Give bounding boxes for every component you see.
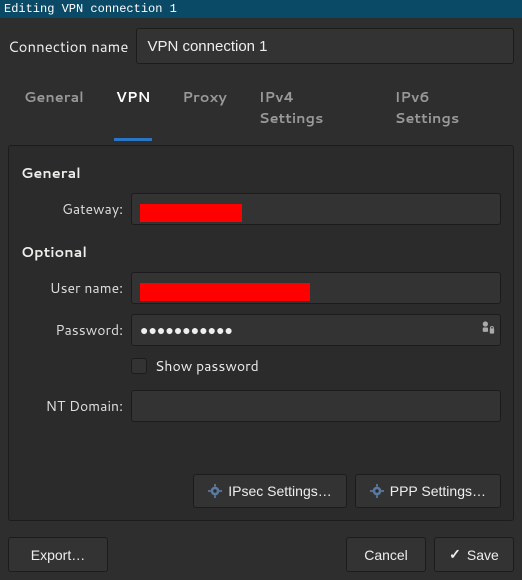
save-button[interactable]: ✓ Save [434, 537, 514, 572]
gateway-input[interactable] [131, 193, 501, 225]
tab-vpn[interactable]: VPN [114, 80, 153, 141]
tab-general[interactable]: General [22, 80, 86, 141]
password-label: Password: [21, 320, 131, 340]
password-store-icon[interactable] [481, 321, 495, 340]
cancel-label: Cancel [364, 547, 408, 563]
redacted-gateway [140, 204, 242, 222]
username-label: User name: [21, 278, 131, 298]
vpn-panel: General Gateway: Optional User name: Pas… [8, 145, 514, 521]
ipsec-settings-label: IPsec Settings… [228, 483, 332, 499]
gear-icon [208, 484, 222, 498]
dialog-footer: Export… Cancel ✓ Save [0, 529, 522, 580]
ppp-settings-label: PPP Settings… [390, 483, 486, 499]
show-password-label: Show password [155, 356, 259, 376]
password-input[interactable] [131, 314, 501, 346]
check-icon: ✓ [449, 546, 461, 563]
username-input[interactable] [131, 272, 501, 304]
section-optional: Optional [21, 241, 501, 262]
window-title: Editing VPN connection 1 [0, 0, 522, 18]
redacted-username [140, 283, 310, 301]
cancel-button[interactable]: Cancel [346, 537, 426, 572]
ppp-settings-button[interactable]: PPP Settings… [355, 474, 501, 508]
export-button[interactable]: Export… [8, 537, 108, 572]
section-general: General [21, 162, 501, 183]
tab-bar: General VPN Proxy IPv4 Settings IPv6 Set… [0, 80, 522, 141]
save-label: Save [467, 547, 499, 563]
gear-icon [370, 484, 384, 498]
tab-ipv6[interactable]: IPv6 Settings [393, 80, 500, 141]
connection-name-input[interactable] [136, 28, 514, 64]
show-password-checkbox[interactable] [131, 358, 147, 374]
gateway-label: Gateway: [21, 199, 131, 219]
tab-proxy[interactable]: Proxy [180, 80, 228, 141]
tab-ipv4[interactable]: IPv4 Settings [257, 80, 365, 141]
connection-name-label: Connection name [8, 36, 128, 57]
export-label: Export… [31, 547, 85, 563]
connection-name-row: Connection name [0, 18, 522, 76]
nt-domain-input[interactable] [131, 390, 501, 422]
ipsec-settings-button[interactable]: IPsec Settings… [193, 474, 347, 508]
nt-domain-label: NT Domain: [21, 396, 131, 416]
